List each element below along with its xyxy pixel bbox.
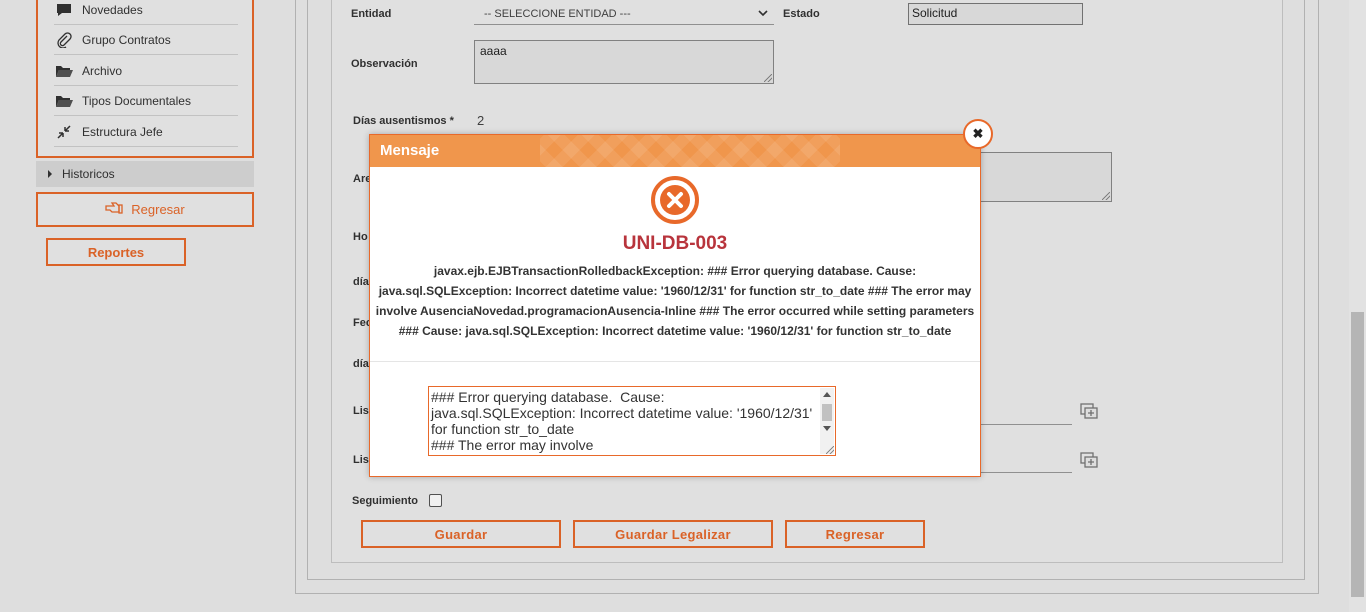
close-icon: ✖	[972, 126, 984, 141]
resize-handle-icon[interactable]	[826, 446, 834, 454]
error-message-line: involve AusenciaNovedad.programacionAuse…	[375, 304, 975, 318]
error-message-line: javax.ejb.EJBTransactionRolledbackExcept…	[433, 264, 917, 278]
scroll-up-icon[interactable]	[823, 392, 831, 397]
header-pattern	[540, 135, 840, 167]
error-detail-textarea[interactable]: ### Error querying database. Cause: java…	[428, 386, 836, 456]
close-dialog-button[interactable]: ✖	[963, 119, 993, 149]
error-message-line: ### Cause: java.sql.SQLException: Incorr…	[398, 324, 952, 338]
dialog-divider	[370, 361, 980, 362]
error-detail-text: ### Error querying database. Cause: java…	[431, 389, 813, 455]
detail-scrollbar[interactable]	[820, 388, 834, 454]
dialog-title: Mensaje	[380, 142, 440, 159]
scroll-down-icon[interactable]	[823, 426, 831, 431]
error-circle-icon	[651, 176, 699, 224]
error-dialog: Mensaje UNI-DB-003 javax.ejb.EJBTransact…	[369, 134, 981, 477]
detail-scrollbar-thumb[interactable]	[822, 404, 832, 421]
error-message-line: java.sql.SQLException: Incorrect datetim…	[378, 284, 972, 298]
error-message: javax.ejb.EJBTransactionRolledbackExcept…	[374, 261, 976, 341]
error-code: UNI-DB-003	[622, 233, 728, 254]
dialog-header: Mensaje	[370, 135, 980, 167]
